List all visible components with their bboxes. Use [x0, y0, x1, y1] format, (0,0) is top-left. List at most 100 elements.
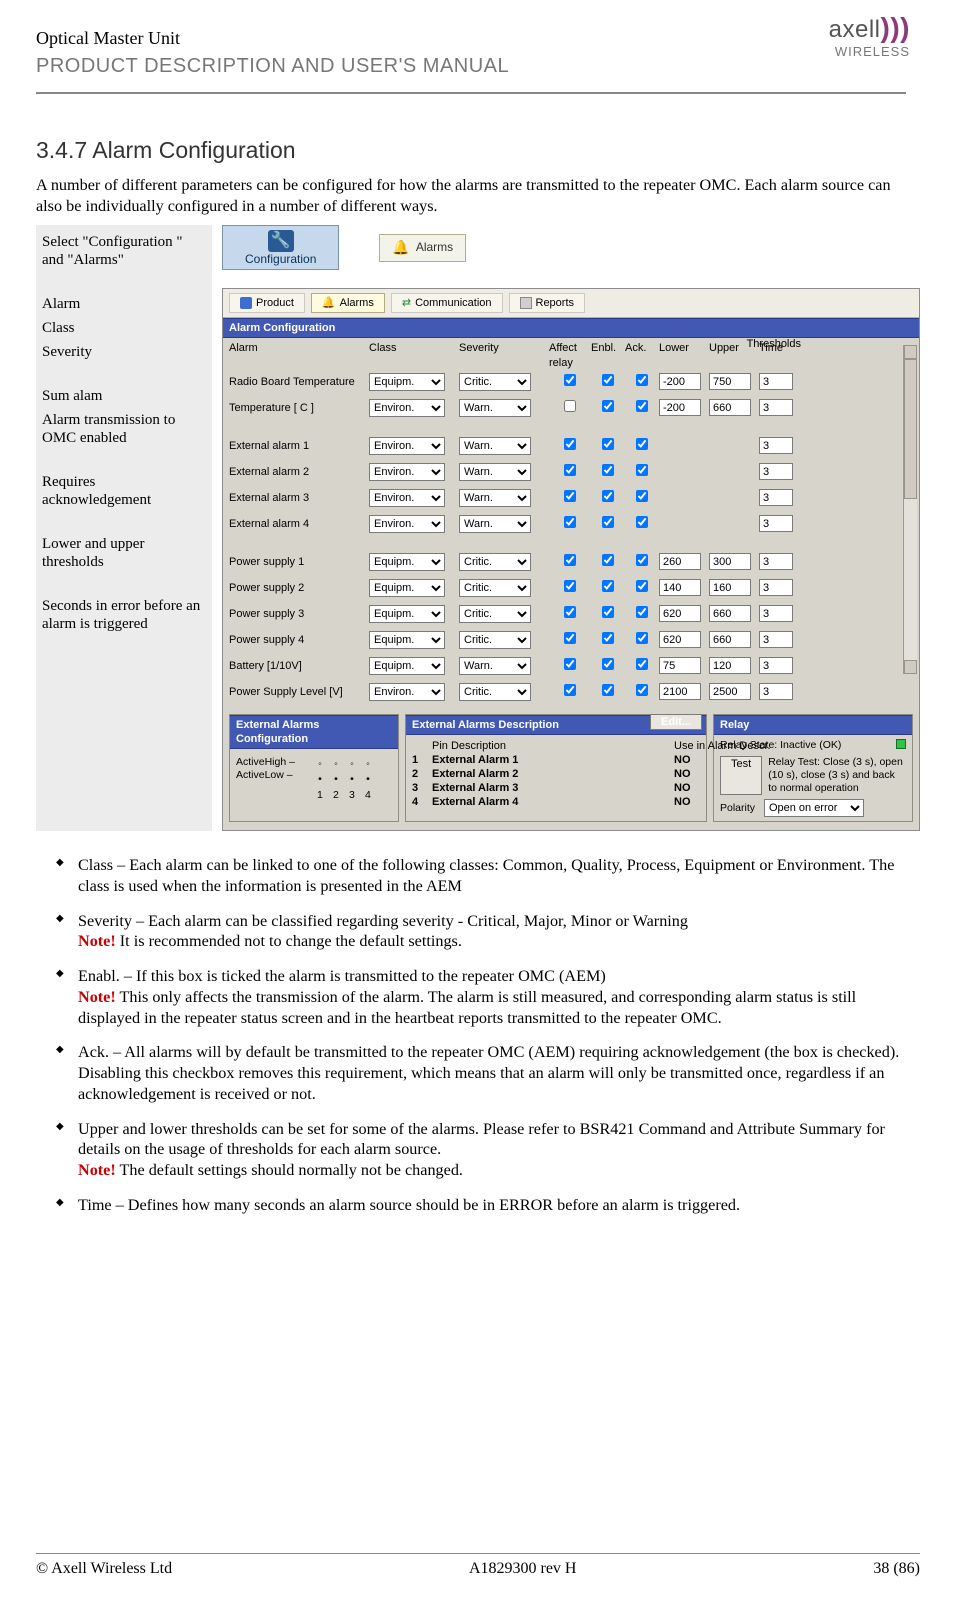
active-radio-grid[interactable]: ◦◦◦◦ •••• 1234	[311, 756, 377, 804]
enbl-checkbox[interactable]	[602, 554, 614, 566]
affect-relay-checkbox[interactable]	[564, 490, 576, 502]
severity-select[interactable]: Warn.	[459, 489, 531, 507]
class-select[interactable]: Environ.	[369, 683, 445, 701]
affect-relay-checkbox[interactable]	[564, 632, 576, 644]
affect-relay-checkbox[interactable]	[564, 374, 576, 386]
time-input[interactable]	[759, 631, 793, 648]
alarms-button[interactable]: 🔔 Alarms	[379, 234, 466, 262]
enbl-checkbox[interactable]	[602, 464, 614, 476]
affect-relay-checkbox[interactable]	[564, 400, 576, 412]
ack-checkbox[interactable]	[636, 580, 648, 592]
class-select[interactable]: Equipm.	[369, 579, 445, 597]
time-input[interactable]	[759, 657, 793, 674]
affect-relay-checkbox[interactable]	[564, 516, 576, 528]
threshold-lower-input[interactable]	[659, 605, 701, 622]
enbl-checkbox[interactable]	[602, 374, 614, 386]
scrollbar[interactable]	[903, 345, 917, 674]
time-input[interactable]	[759, 605, 793, 622]
ack-checkbox[interactable]	[636, 374, 648, 386]
class-select[interactable]: Environ.	[369, 437, 445, 455]
threshold-upper-input[interactable]	[709, 631, 751, 648]
severity-select[interactable]: Warn.	[459, 437, 531, 455]
threshold-upper-input[interactable]	[709, 373, 751, 390]
time-input[interactable]	[759, 437, 793, 454]
affect-relay-checkbox[interactable]	[564, 438, 576, 450]
class-select[interactable]: Equipm.	[369, 657, 445, 675]
ack-checkbox[interactable]	[636, 606, 648, 618]
affect-relay-checkbox[interactable]	[564, 684, 576, 696]
severity-select[interactable]: Critic.	[459, 579, 531, 597]
severity-select[interactable]: Warn.	[459, 399, 531, 417]
severity-select[interactable]: Critic.	[459, 683, 531, 701]
enbl-checkbox[interactable]	[602, 516, 614, 528]
threshold-lower-input[interactable]	[659, 579, 701, 596]
severity-select[interactable]: Warn.	[459, 463, 531, 481]
ack-checkbox[interactable]	[636, 554, 648, 566]
severity-select[interactable]: Critic.	[459, 553, 531, 571]
enbl-checkbox[interactable]	[602, 580, 614, 592]
affect-relay-checkbox[interactable]	[564, 606, 576, 618]
threshold-lower-input[interactable]	[659, 553, 701, 570]
ack-checkbox[interactable]	[636, 516, 648, 528]
class-select[interactable]: Environ.	[369, 399, 445, 417]
enbl-checkbox[interactable]	[602, 658, 614, 670]
threshold-upper-input[interactable]	[709, 683, 751, 700]
class-select[interactable]: Environ.	[369, 463, 445, 481]
affect-relay-checkbox[interactable]	[564, 580, 576, 592]
time-input[interactable]	[759, 515, 793, 532]
severity-select[interactable]: Critic.	[459, 373, 531, 391]
threshold-upper-input[interactable]	[709, 553, 751, 570]
tab-communication[interactable]: ⇄Communication	[391, 293, 503, 313]
threshold-lower-input[interactable]	[659, 657, 701, 674]
scroll-thumb[interactable]	[904, 359, 917, 499]
threshold-upper-input[interactable]	[709, 605, 751, 622]
severity-select[interactable]: Warn.	[459, 657, 531, 675]
affect-relay-checkbox[interactable]	[564, 658, 576, 670]
affect-relay-checkbox[interactable]	[564, 554, 576, 566]
threshold-lower-input[interactable]	[659, 683, 701, 700]
relay-test-button[interactable]: Test	[720, 756, 762, 795]
threshold-upper-input[interactable]	[709, 657, 751, 674]
ack-checkbox[interactable]	[636, 632, 648, 644]
time-input[interactable]	[759, 489, 793, 506]
class-select[interactable]: Environ.	[369, 489, 445, 507]
time-input[interactable]	[759, 553, 793, 570]
severity-select[interactable]: Warn.	[459, 515, 531, 533]
class-select[interactable]: Equipm.	[369, 605, 445, 623]
time-input[interactable]	[759, 579, 793, 596]
time-input[interactable]	[759, 399, 793, 416]
class-select[interactable]: Equipm.	[369, 373, 445, 391]
class-select[interactable]: Environ.	[369, 515, 445, 533]
ack-checkbox[interactable]	[636, 438, 648, 450]
polarity-select[interactable]: Open on error	[764, 799, 864, 817]
scroll-down-button[interactable]	[904, 660, 917, 674]
tab-product[interactable]: Product	[229, 293, 305, 313]
enbl-checkbox[interactable]	[602, 400, 614, 412]
time-input[interactable]	[759, 373, 793, 390]
time-input[interactable]	[759, 683, 793, 700]
severity-select[interactable]: Critic.	[459, 631, 531, 649]
ack-checkbox[interactable]	[636, 464, 648, 476]
ack-checkbox[interactable]	[636, 400, 648, 412]
enbl-checkbox[interactable]	[602, 490, 614, 502]
enbl-checkbox[interactable]	[602, 438, 614, 450]
severity-select[interactable]: Critic.	[459, 605, 531, 623]
edit-button[interactable]: Edit...	[650, 714, 702, 730]
scroll-up-button[interactable]	[904, 345, 917, 359]
class-select[interactable]: Equipm.	[369, 631, 445, 649]
ack-checkbox[interactable]	[636, 658, 648, 670]
threshold-lower-input[interactable]	[659, 631, 701, 648]
threshold-lower-input[interactable]	[659, 399, 701, 416]
enbl-checkbox[interactable]	[602, 606, 614, 618]
ack-checkbox[interactable]	[636, 490, 648, 502]
class-select[interactable]: Equipm.	[369, 553, 445, 571]
configuration-button[interactable]: Configuration	[222, 225, 339, 270]
tab-reports[interactable]: Reports	[509, 293, 586, 313]
threshold-upper-input[interactable]	[709, 579, 751, 596]
affect-relay-checkbox[interactable]	[564, 464, 576, 476]
enbl-checkbox[interactable]	[602, 684, 614, 696]
time-input[interactable]	[759, 463, 793, 480]
threshold-upper-input[interactable]	[709, 399, 751, 416]
tab-alarms[interactable]: 🔔Alarms	[311, 293, 385, 313]
ack-checkbox[interactable]	[636, 684, 648, 696]
